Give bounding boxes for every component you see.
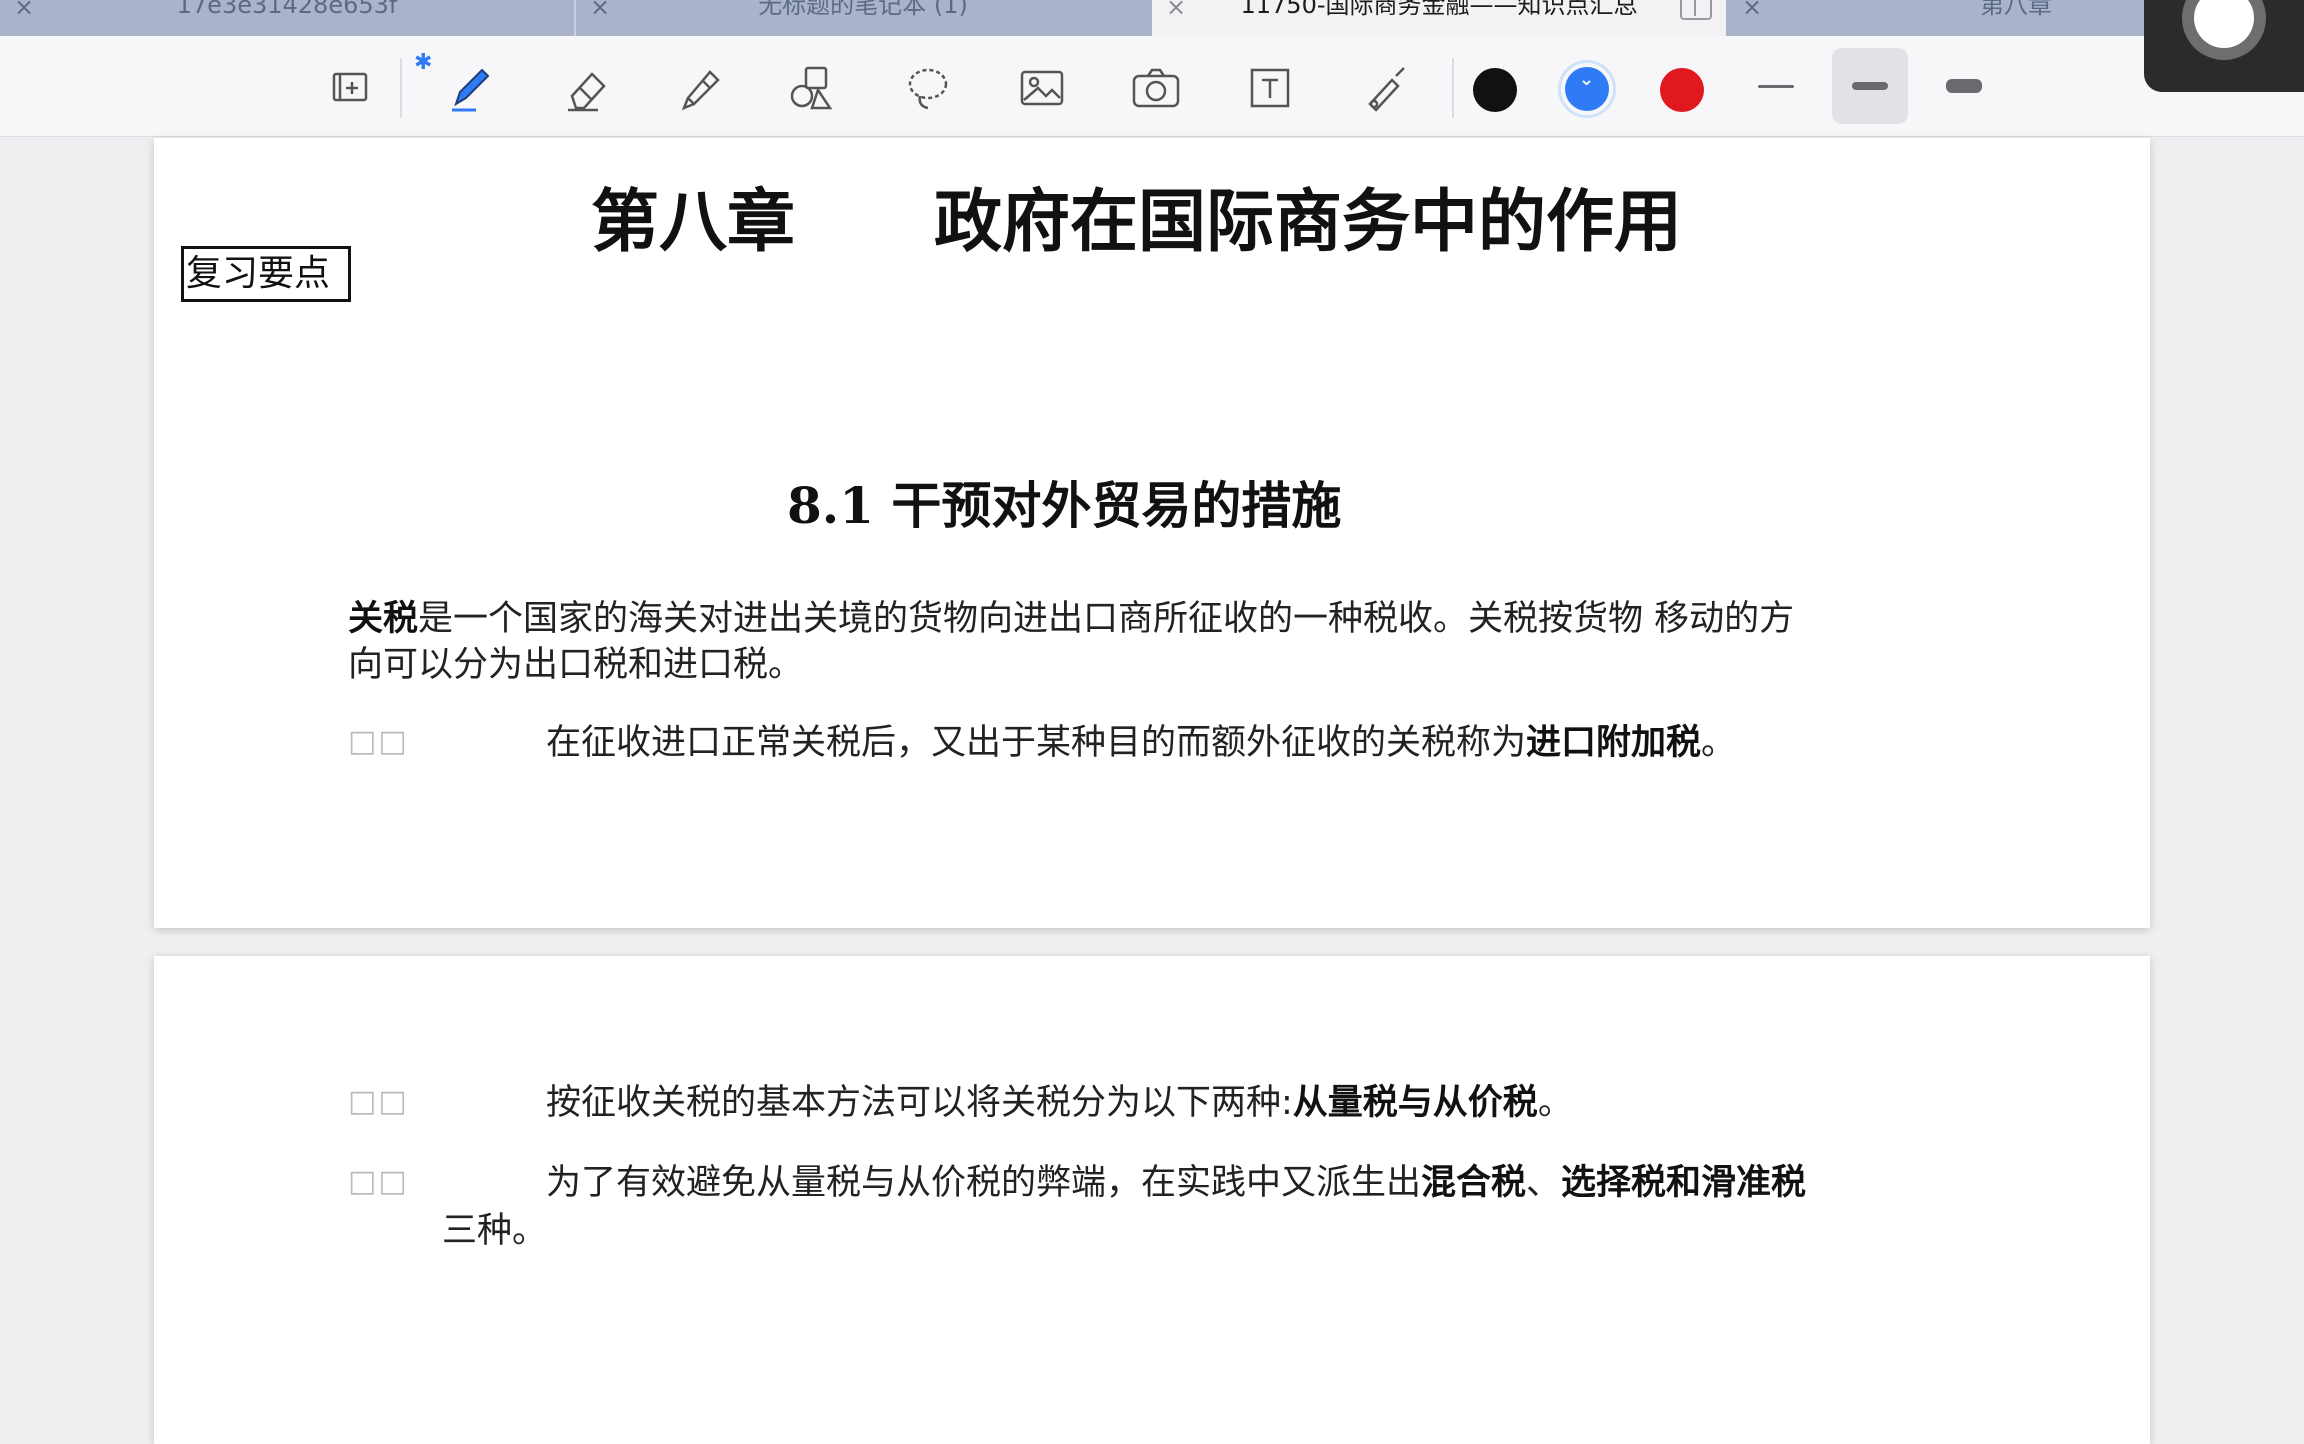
paragraph-import-surtax: 在征收进口正常关税后，又出于某种目的而额外征收的关税称为进口附加税。 xyxy=(546,720,1736,766)
text-box-icon[interactable] xyxy=(1240,58,1300,118)
split-view-icon[interactable] xyxy=(1680,0,1712,20)
image-icon[interactable] xyxy=(1012,58,1072,118)
record-indicator-icon xyxy=(2182,0,2266,60)
color-swatch-red[interactable] xyxy=(1660,68,1704,112)
paragraph-tariff-methods: 按征收关税的基本方法可以将关税分为以下两种:从量税与从价税。 xyxy=(546,1080,1573,1126)
placeholder-boxes: □□ xyxy=(348,724,409,759)
document-page-1: 第八章 政府在国际商务中的作用 复习要点 8.1 干预对外贸易的措施 关税是一个… xyxy=(154,138,2150,928)
section-title: 8.1 干预对外贸易的措施 xyxy=(787,476,1342,535)
punctuation: 。 xyxy=(1701,723,1737,763)
shapes-icon[interactable] xyxy=(782,58,842,118)
laser-pointer-icon[interactable] xyxy=(1354,58,1414,118)
eraser-icon[interactable] xyxy=(556,58,616,118)
camera-icon[interactable] xyxy=(1126,58,1186,118)
tab-label: 第八章 xyxy=(1980,0,2052,19)
close-icon[interactable]: × xyxy=(1742,0,1762,19)
bold-term: 混合税 xyxy=(1421,1163,1527,1203)
stroke-width-medium[interactable] xyxy=(1832,48,1908,124)
chapter-number: 第八章 xyxy=(591,183,796,262)
tab-bar: × 17e3e31428e653f × 无标题的笔记本 (1) × 11750-… xyxy=(0,0,2304,36)
color-swatch-blue[interactable]: ⌄ xyxy=(1565,67,1609,111)
document-page-2: □□ 按征收关税的基本方法可以将关税分为以下两种:从量税与从价税。 □□ 为了有… xyxy=(154,956,2150,1444)
paragraph-text: 向可以分为出口税和进口税。 xyxy=(348,645,804,685)
bold-term: 从量税与从价税 xyxy=(1292,1083,1538,1123)
toolbar-divider xyxy=(400,58,402,118)
page-layout-icon[interactable] xyxy=(320,58,380,118)
placeholder-boxes: □□ xyxy=(348,1084,409,1119)
pen-icon[interactable] xyxy=(440,58,500,118)
paragraph-mixed-taxes: 为了有效避免从量税与从价税的弊端，在实践中又派生出混合税、选择税和滑准税 xyxy=(546,1160,1806,1206)
paragraph-text: 为了有效避免从量税与从价税的弊端，在实践中又派生出 xyxy=(546,1163,1422,1203)
paragraph-text: 是一个国家的海关对进出关境的货物向进出口商所征收的一种税收。关税按货物 移动的方 xyxy=(418,599,1795,639)
tab-document-2[interactable]: × 无标题的笔记本 (1) xyxy=(576,0,1150,36)
paragraph-tariff-definition: 关税是一个国家的海关对进出关境的货物向进出口商所征收的一种税收。关税按货物 移动… xyxy=(348,596,1794,688)
paragraph-text: 在征收进口正常关税后，又出于某种目的而额外征收的关税称为 xyxy=(546,723,1527,763)
toolbar-divider xyxy=(1452,58,1454,118)
tab-label: 11750-国际商务金融——知识点汇总 xyxy=(1240,0,1638,19)
close-icon[interactable]: × xyxy=(590,0,610,19)
stroke-width-thin[interactable] xyxy=(1738,48,1814,124)
bold-term: 关税 xyxy=(348,599,419,639)
bluetooth-icon: ✱ xyxy=(414,50,433,75)
review-points-box: 复习要点 xyxy=(181,246,351,302)
close-icon[interactable]: × xyxy=(14,0,34,19)
drawing-toolbar: ✱ ⌄ xyxy=(0,36,2304,137)
bold-term: 选择税和滑准税 xyxy=(1561,1163,1807,1203)
chapter-title: 政府在国际商务中的作用 xyxy=(934,183,1683,262)
color-swatch-black[interactable] xyxy=(1473,68,1517,112)
screen-recording-button[interactable] xyxy=(2144,0,2304,92)
tab-document-3-active[interactable]: × 11750-国际商务金融——知识点汇总 xyxy=(1152,0,1726,36)
close-icon[interactable]: × xyxy=(1166,0,1186,19)
paragraph-mixed-taxes-line2: 三种。 xyxy=(442,1211,548,1251)
punctuation: 。 xyxy=(1537,1083,1573,1123)
tab-label: 无标题的笔记本 (1) xyxy=(758,0,968,19)
lasso-icon[interactable] xyxy=(898,58,958,118)
check-icon: ⌄ xyxy=(1579,69,1595,90)
tab-document-1[interactable]: × 17e3e31428e653f xyxy=(0,0,574,36)
punctuation: 、 xyxy=(1526,1163,1562,1203)
highlighter-icon[interactable] xyxy=(670,58,730,118)
tab-label: 17e3e31428e653f xyxy=(176,0,398,19)
placeholder-boxes: □□ xyxy=(348,1164,409,1199)
paragraph-text: 按征收关税的基本方法可以将关税分为以下两种: xyxy=(546,1083,1293,1123)
stroke-width-thick[interactable] xyxy=(1926,48,2002,124)
bold-term: 进口附加税 xyxy=(1526,723,1702,763)
